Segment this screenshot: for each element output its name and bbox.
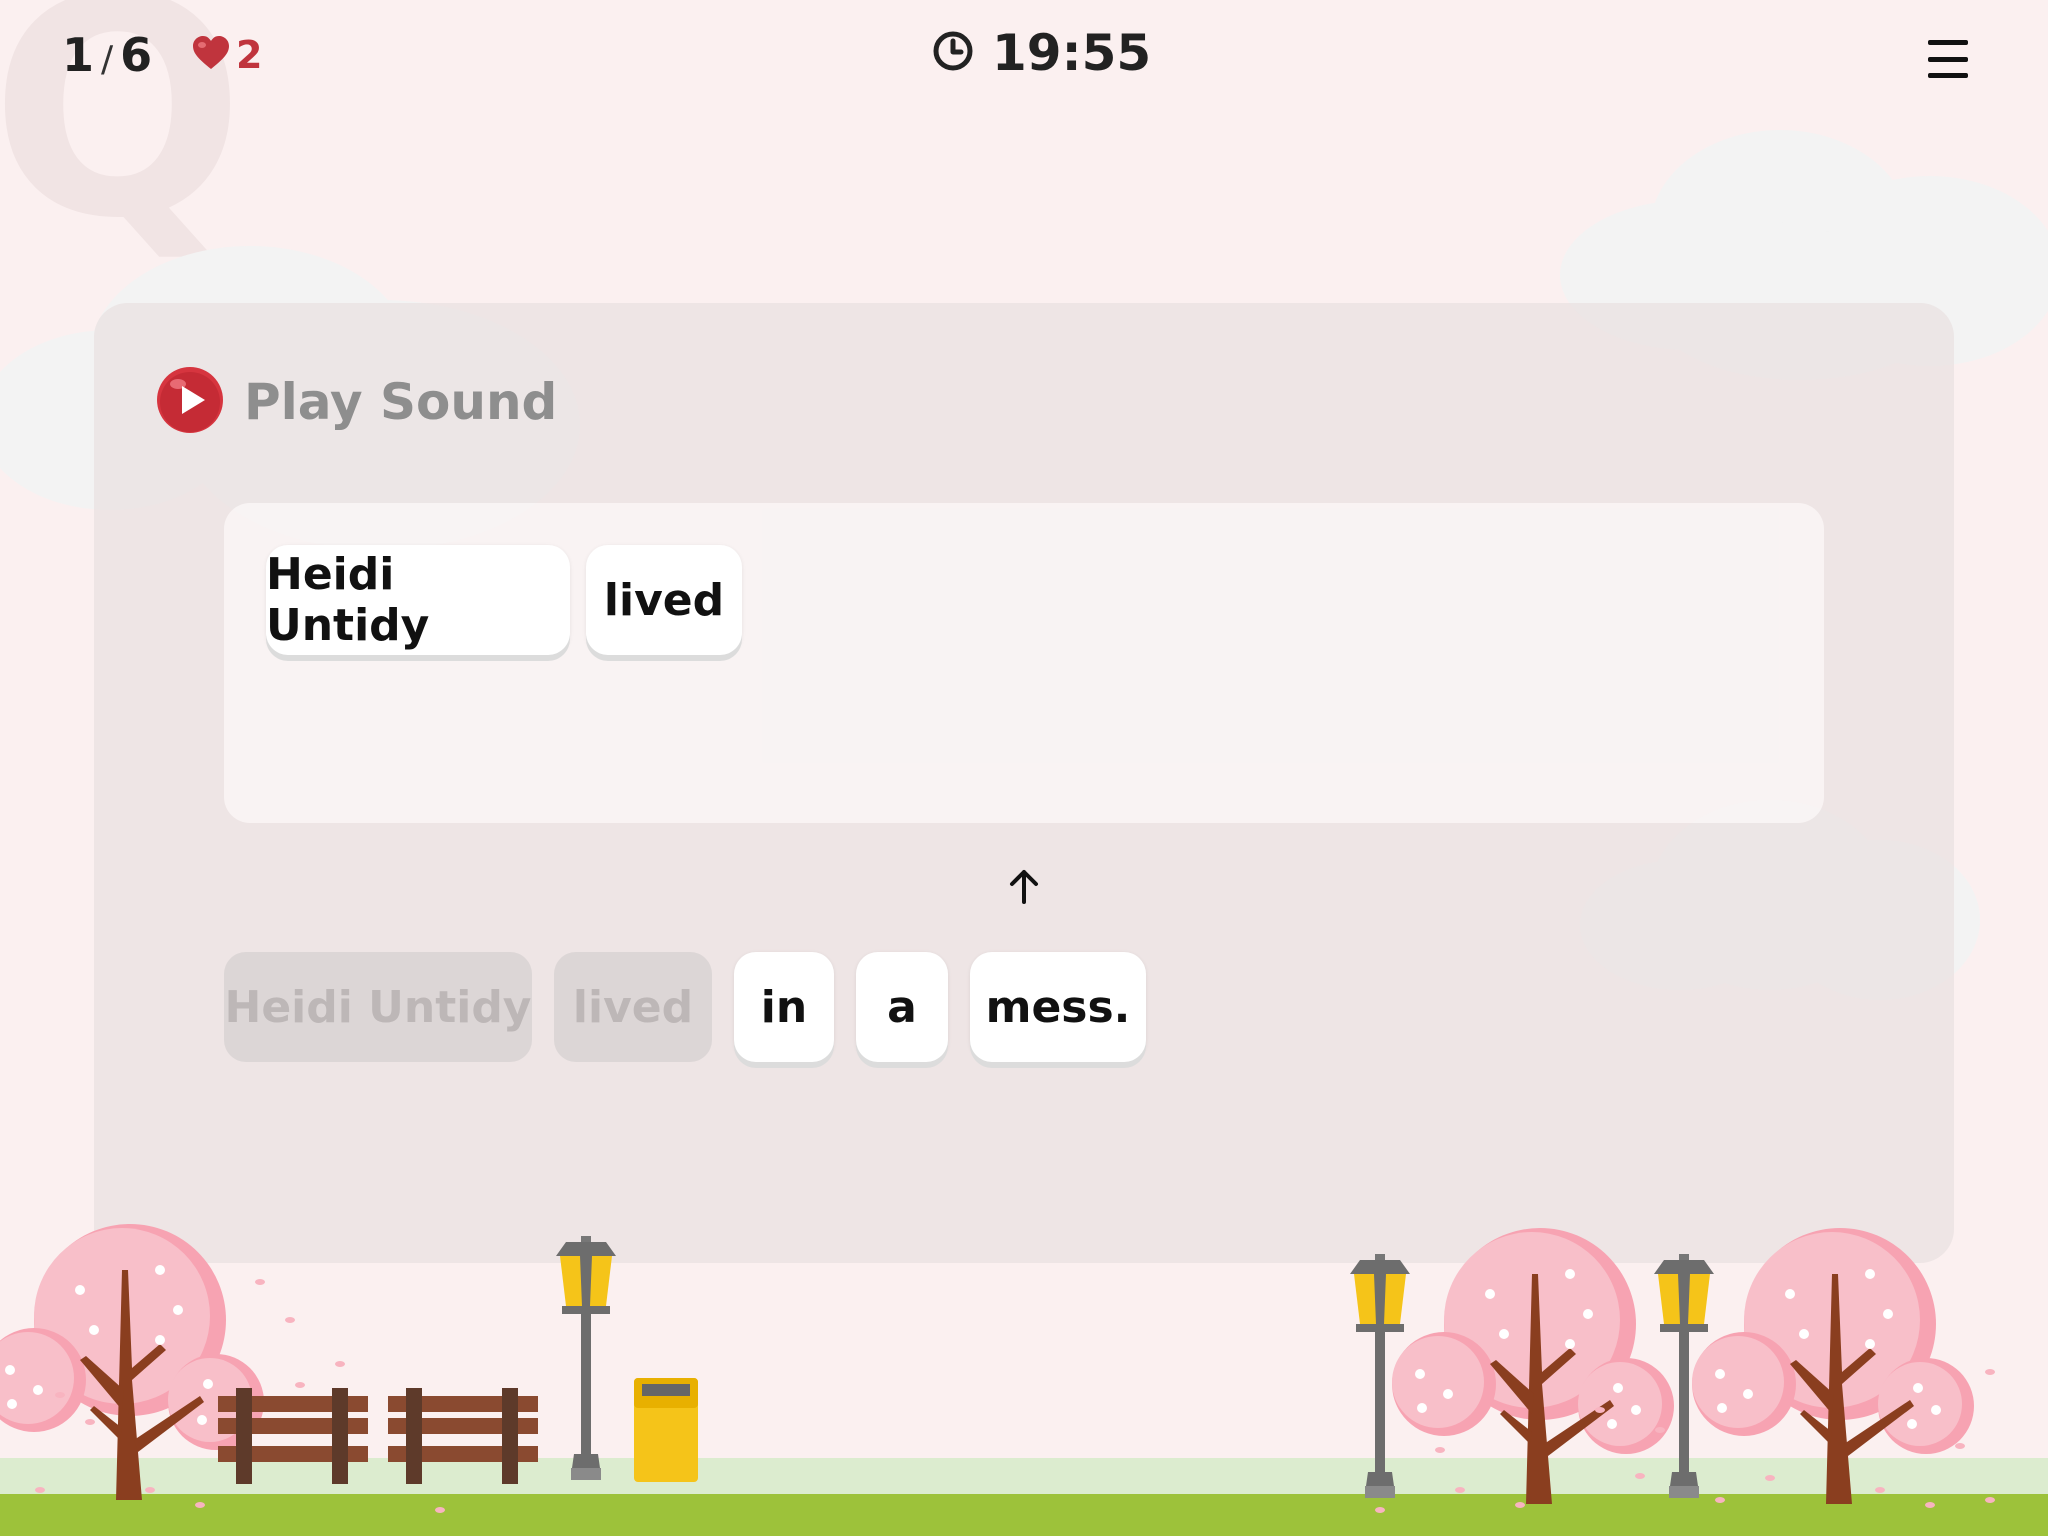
word-bank-tile[interactable]: a xyxy=(856,952,948,1062)
play-sound-button[interactable]: Play Sound xyxy=(156,366,557,438)
lives-count: 2 xyxy=(236,33,263,77)
heart-icon xyxy=(192,36,230,74)
question-progress: 1/6 xyxy=(62,28,153,82)
word-bank-tile[interactable]: in xyxy=(734,952,834,1062)
word-bank-tile-used: lived xyxy=(554,952,712,1062)
countdown-timer: 19:55 xyxy=(932,24,1151,82)
progress-total: 6 xyxy=(120,28,154,82)
progress-separator: / xyxy=(101,39,115,80)
timer-value: 19:55 xyxy=(992,24,1152,82)
hamburger-menu-icon[interactable] xyxy=(1928,40,1968,78)
word-bank-tile[interactable]: mess. xyxy=(970,952,1146,1062)
answer-tile[interactable]: Heidi Untidy xyxy=(266,545,570,655)
word-bank-tile-used: Heidi Untidy xyxy=(224,952,532,1062)
progress-current: 1 xyxy=(62,28,96,82)
play-sound-label: Play Sound xyxy=(244,373,558,431)
play-circle-icon xyxy=(156,366,224,438)
clock-icon xyxy=(932,30,974,76)
lives-counter: 2 xyxy=(192,33,262,77)
answer-tile[interactable]: lived xyxy=(586,545,742,655)
arrow-up-icon xyxy=(1004,866,1044,910)
park-scenery xyxy=(0,1224,1995,1513)
